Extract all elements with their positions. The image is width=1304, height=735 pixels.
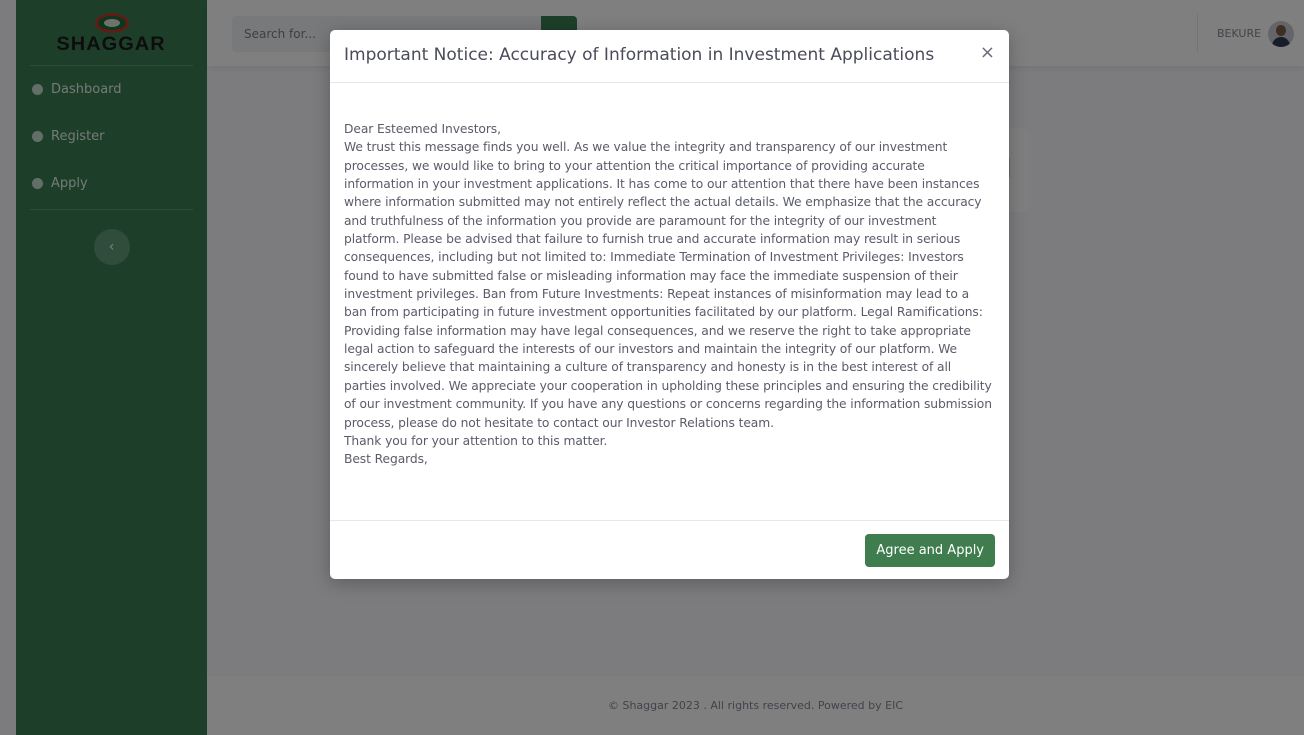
notice-modal: Important Notice: Accuracy of Informatio… bbox=[330, 30, 1009, 579]
modal-header: Important Notice: Accuracy of Informatio… bbox=[330, 30, 1009, 83]
close-icon[interactable]: × bbox=[980, 44, 995, 62]
agree-and-apply-button[interactable]: Agree and Apply bbox=[865, 534, 995, 567]
modal-body: Dear Esteemed Investors, We trust this m… bbox=[330, 84, 1009, 520]
modal-greeting: Dear Esteemed Investors, bbox=[344, 122, 501, 136]
modal-footer: Agree and Apply bbox=[330, 520, 1009, 579]
modal-thanks: Thank you for your attention to this mat… bbox=[344, 433, 608, 448]
modal-message: We trust this message finds you well. As… bbox=[344, 140, 992, 430]
modal-title: Important Notice: Accuracy of Informatio… bbox=[344, 45, 935, 65]
modal-closing: Best Regards, bbox=[344, 452, 428, 467]
